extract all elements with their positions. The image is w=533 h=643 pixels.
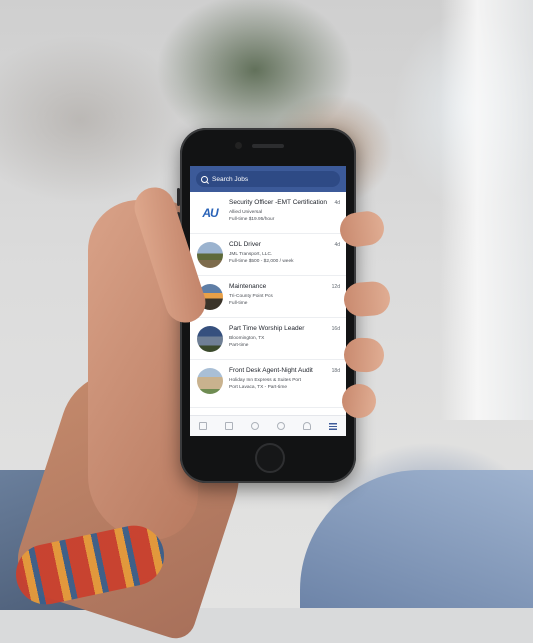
- feed-icon[interactable]: [199, 422, 207, 430]
- marketplace-icon[interactable]: [277, 422, 285, 430]
- job-age: 4d: [334, 242, 340, 248]
- job-list-item[interactable]: CDL Driver JML Transport, LLC. Full-time…: [190, 234, 346, 276]
- smartphone: Search Jobs AU Security Officer -EMT Cer…: [177, 128, 356, 483]
- finger: [343, 337, 385, 373]
- profile-icon[interactable]: [251, 422, 259, 430]
- search-icon: [201, 175, 208, 183]
- job-title: Security Officer -EMT Certification: [229, 199, 328, 206]
- job-thumbnail: [197, 242, 223, 268]
- volume-button: [177, 188, 180, 206]
- job-age: 12d: [331, 284, 340, 290]
- window-frame: [440, 0, 533, 420]
- job-title: Maintenance: [229, 283, 267, 290]
- job-title: Part Time Worship Leader: [229, 325, 305, 332]
- job-meta: Full-time: [229, 301, 248, 306]
- job-meta: Part-time: [229, 343, 249, 348]
- job-title: Front Desk Agent-Night Audit: [229, 367, 313, 374]
- notifications-icon[interactable]: [303, 422, 311, 430]
- bottom-navigation: [190, 415, 346, 436]
- job-company: JML Transport, LLC.: [229, 252, 273, 257]
- home-button[interactable]: [255, 443, 285, 473]
- search-input[interactable]: Search Jobs: [196, 171, 340, 187]
- job-title: CDL Driver: [229, 241, 261, 248]
- company-logo: AU: [197, 200, 223, 226]
- phone-screen: Search Jobs AU Security Officer -EMT Cer…: [190, 166, 346, 436]
- front-camera: [235, 142, 242, 149]
- job-age: 18d: [331, 368, 340, 374]
- groups-icon[interactable]: [225, 422, 233, 430]
- job-list-item[interactable]: Maintenance Tri-County Point Pcs Full-ti…: [190, 276, 346, 318]
- job-meta: Full-time $19.95/hour: [229, 217, 275, 222]
- menu-icon[interactable]: [329, 422, 337, 430]
- top-bar: Search Jobs: [190, 166, 346, 192]
- job-company: Bloomington, TX: [229, 336, 265, 341]
- job-list-item[interactable]: Part Time Worship Leader Bloomington, TX…: [190, 318, 346, 360]
- earpiece-speaker: [252, 144, 284, 148]
- job-company: Tri-County Point Pcs: [229, 294, 273, 299]
- job-company: Holiday Inn Express & Suites Port: [229, 378, 301, 383]
- job-meta: Full-time $500 - $2,000 / week: [229, 259, 294, 264]
- search-placeholder: Search Jobs: [212, 175, 249, 183]
- company-logo-text: AU: [202, 206, 218, 220]
- job-list-item[interactable]: AU Security Officer -EMT Certification A…: [190, 192, 346, 234]
- job-list-item[interactable]: Front Desk Agent-Night Audit Holiday Inn…: [190, 360, 346, 408]
- job-thumbnail: [197, 368, 223, 394]
- job-company: Allied Universal: [229, 210, 263, 215]
- job-meta: Port Lavaca, TX - Part-time: [229, 385, 288, 390]
- job-age: 4d: [334, 200, 340, 206]
- job-thumbnail: [197, 326, 223, 352]
- job-age: 16d: [331, 326, 340, 332]
